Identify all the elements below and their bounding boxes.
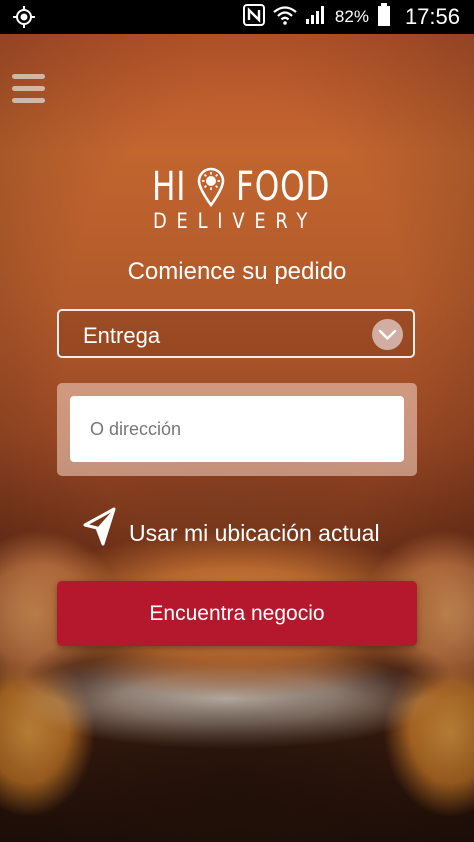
map-pin-icon xyxy=(196,167,226,208)
hamburger-menu-icon[interactable] xyxy=(12,74,46,104)
use-current-location-label: Usar mi ubicación actual xyxy=(129,520,380,546)
page-subtitle: Comience su pedido xyxy=(127,258,347,285)
logo-text-hi: HI xyxy=(152,164,187,210)
battery-icon xyxy=(377,2,391,32)
app-logo: HI FOOD DELIVERY xyxy=(150,164,329,235)
battery-percent: 82% xyxy=(334,7,369,26)
clock: 17:56 xyxy=(404,4,460,29)
status-bar: 82% 17:56 xyxy=(0,0,474,34)
chevron-down-icon[interactable] xyxy=(372,319,403,350)
use-current-location-link[interactable]: Usar mi ubicación actual xyxy=(82,507,402,551)
navigation-arrow-icon xyxy=(82,507,118,547)
address-input[interactable] xyxy=(70,396,404,462)
order-type-select[interactable]: Entrega xyxy=(57,309,415,358)
gps-icon xyxy=(12,5,36,29)
find-business-button[interactable]: Encuentra negocio xyxy=(57,581,417,646)
logo-text-food: FOOD xyxy=(236,164,331,210)
logo-text-delivery: DELIVERY xyxy=(153,209,318,233)
order-type-value: Entrega xyxy=(83,323,161,348)
address-panel xyxy=(57,383,417,476)
wifi-icon xyxy=(273,5,297,30)
nfc-icon xyxy=(242,3,265,31)
signal-icon xyxy=(305,5,327,30)
